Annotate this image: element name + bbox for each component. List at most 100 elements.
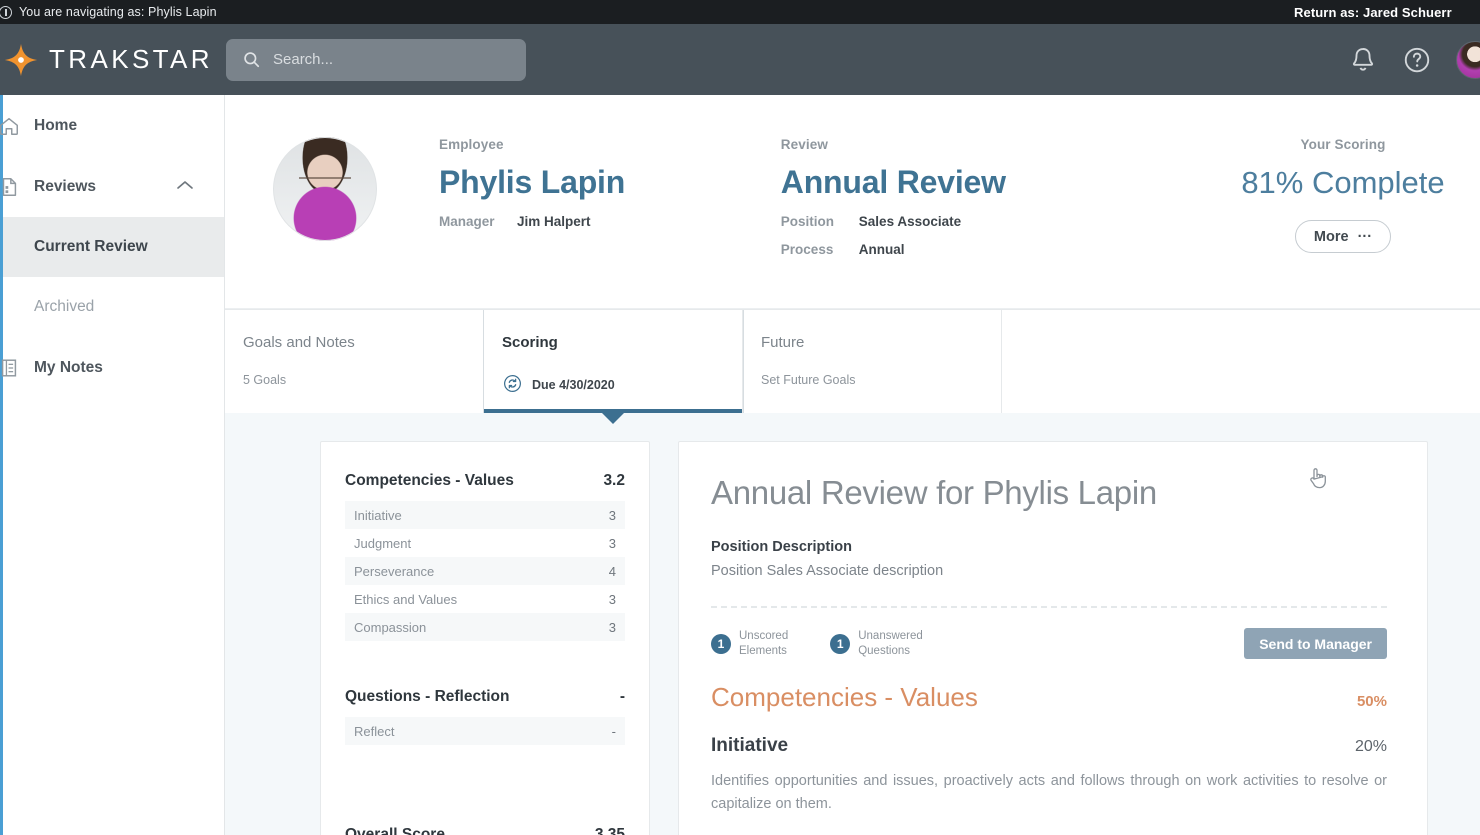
- sidebar-item-label: Current Review: [34, 238, 148, 255]
- top-navbar: TRAKSTAR Search...: [0, 24, 1480, 95]
- scoring-percent: 81% Complete: [1241, 165, 1445, 200]
- table-row[interactable]: Judgment 3: [345, 529, 625, 557]
- app-root: You are navigating as: Phylis Lapin Retu…: [0, 0, 1480, 835]
- manager-row: Manager Jim Halpert: [439, 214, 751, 229]
- refresh-circle-icon: [502, 373, 523, 397]
- section-percent: 50%: [1356, 693, 1387, 710]
- status-badge-unanswered[interactable]: 1 Unanswered Questions: [830, 629, 923, 657]
- score-summary-card: Competencies - Values 3.2 Initiative 3 J…: [320, 441, 650, 835]
- sidebar-item-reviews[interactable]: Reviews: [0, 156, 224, 217]
- score-group-value: -: [619, 688, 625, 705]
- score-group-header: Questions - Reflection -: [345, 688, 625, 706]
- search-placeholder: Search...: [273, 51, 334, 68]
- score-group-header: Competencies - Values 3.2: [345, 472, 625, 490]
- competency-item-title: Initiative: [711, 735, 789, 756]
- employee-name[interactable]: Phylis Lapin: [439, 164, 751, 201]
- table-row[interactable]: Ethics and Values 3: [345, 585, 625, 613]
- document-icon: [0, 176, 26, 198]
- unscored-label-line2: Elements: [739, 644, 787, 657]
- review-detail-card: Annual Review for Phylis Lapin Position …: [678, 441, 1428, 835]
- score-group-name: Questions - Reflection: [345, 688, 510, 705]
- tab-future[interactable]: Future Set Future Goals: [743, 310, 1002, 413]
- sidebar-item-archived[interactable]: Archived: [0, 277, 224, 337]
- unscored-count: 1: [711, 633, 731, 654]
- row-label: Reflect: [354, 723, 395, 739]
- table-row[interactable]: Perseverance 4: [345, 557, 625, 585]
- home-icon: [0, 115, 26, 137]
- position-label: Position: [780, 214, 835, 229]
- review-header: Employee Phylis Lapin Manager Jim Halper…: [225, 95, 1480, 309]
- send-to-manager-button[interactable]: Send to Manager: [1244, 628, 1387, 659]
- process-value: Annual: [858, 242, 905, 257]
- return-as-link[interactable]: Return as: Jared Schuerr: [1294, 5, 1480, 20]
- your-scoring-label: Your Scoring: [1300, 137, 1386, 152]
- info-circle-icon: [0, 5, 12, 19]
- section-header: Competencies - Values 50%: [711, 682, 1387, 713]
- tab-title: Goals and Notes: [243, 334, 355, 351]
- page-title: Annual Review for Phylis Lapin: [711, 474, 1157, 511]
- manager-label: Manager: [439, 214, 495, 229]
- review-name[interactable]: Annual Review: [781, 164, 1206, 201]
- avatar[interactable]: [1456, 40, 1480, 79]
- row-value: 3: [608, 591, 616, 607]
- row-label: Judgment: [354, 535, 412, 551]
- tab-title: Scoring: [502, 334, 558, 351]
- table-row[interactable]: Compassion 3: [345, 613, 625, 641]
- overall-score-value: 3.35: [594, 826, 625, 835]
- employee-label: Employee: [439, 137, 504, 152]
- review-column: Review Annual Review Position Sales Asso…: [781, 137, 1206, 257]
- glasses-detail: [299, 177, 351, 188]
- overall-score-row: Overall Score 3.35: [345, 826, 625, 835]
- row-label: Ethics and Values: [354, 591, 458, 607]
- impersonation-message: You are navigating as: Phylis Lapin: [19, 5, 217, 19]
- sidebar: Home Reviews Current Review Archived My …: [0, 95, 225, 835]
- score-group-value: 3.2: [603, 472, 625, 489]
- position-description-label: Position Description: [711, 539, 852, 555]
- score-group-name: Competencies - Values: [345, 472, 514, 489]
- process-label: Process: [780, 242, 834, 257]
- divider: [711, 606, 1387, 608]
- tab-subtitle: Set Future Goals: [761, 373, 1001, 387]
- more-button[interactable]: More ···: [1294, 220, 1392, 253]
- employee-avatar: [273, 137, 377, 241]
- scoring-column: Your Scoring 81% Complete More ···: [1206, 137, 1480, 253]
- bell-icon[interactable]: [1348, 45, 1378, 75]
- unanswered-label-line2: Questions: [858, 644, 910, 657]
- sidebar-item-label: Reviews: [34, 177, 97, 195]
- unanswered-label: Unanswered Questions: [858, 629, 923, 657]
- sidebar-item-label: My Notes: [34, 358, 103, 376]
- sidebar-item-home[interactable]: Home: [0, 95, 224, 156]
- scoring-body: Competencies - Values 3.2 Initiative 3 J…: [225, 413, 1480, 835]
- tab-subtitle-text: Due 4/30/2020: [532, 378, 615, 392]
- brand-logo[interactable]: TRAKSTAR: [0, 43, 226, 77]
- brand-name: TRAKSTAR: [49, 44, 213, 74]
- search-input[interactable]: Search...: [226, 38, 526, 81]
- score-group-rows: Reflect -: [345, 717, 625, 745]
- row-value: -: [611, 723, 616, 739]
- table-row[interactable]: Reflect -: [345, 717, 625, 745]
- more-button-label: More: [1313, 228, 1349, 245]
- row-value: 3: [608, 619, 616, 635]
- unanswered-label-line1: Unanswered: [858, 630, 923, 643]
- score-group-rows: Initiative 3 Judgment 3 Perseverance 4 E…: [345, 501, 625, 641]
- sidebar-item-label: Home: [34, 116, 78, 134]
- sidebar-item-current-review[interactable]: Current Review: [0, 217, 224, 277]
- active-tab-arrow: [602, 413, 624, 424]
- unanswered-count: 1: [830, 633, 851, 654]
- status-badge-unscored[interactable]: 1 Unscored Elements: [711, 629, 788, 657]
- table-row[interactable]: Initiative 3: [345, 501, 625, 529]
- tab-goals-and-notes[interactable]: Goals and Notes 5 Goals: [225, 310, 484, 413]
- chevron-up-icon[interactable]: [176, 178, 194, 196]
- section-title: Competencies - Values: [711, 682, 978, 712]
- search-icon: [244, 52, 260, 68]
- review-label: Review: [780, 137, 828, 152]
- tab-title: Future: [761, 334, 805, 351]
- tabs-filler: [1002, 310, 1480, 413]
- question-circle-icon[interactable]: [1402, 45, 1432, 75]
- position-row: Position Sales Associate: [781, 214, 1206, 229]
- unscored-label-line1: Unscored: [739, 630, 789, 643]
- competency-item-text: Identifies opportunities and issues, pro…: [711, 773, 1387, 813]
- sidebar-item-my-notes[interactable]: My Notes: [0, 337, 224, 398]
- tab-subtitle: 5 Goals: [243, 373, 483, 387]
- tab-scoring[interactable]: Scoring Due 4/30/2020: [484, 310, 743, 424]
